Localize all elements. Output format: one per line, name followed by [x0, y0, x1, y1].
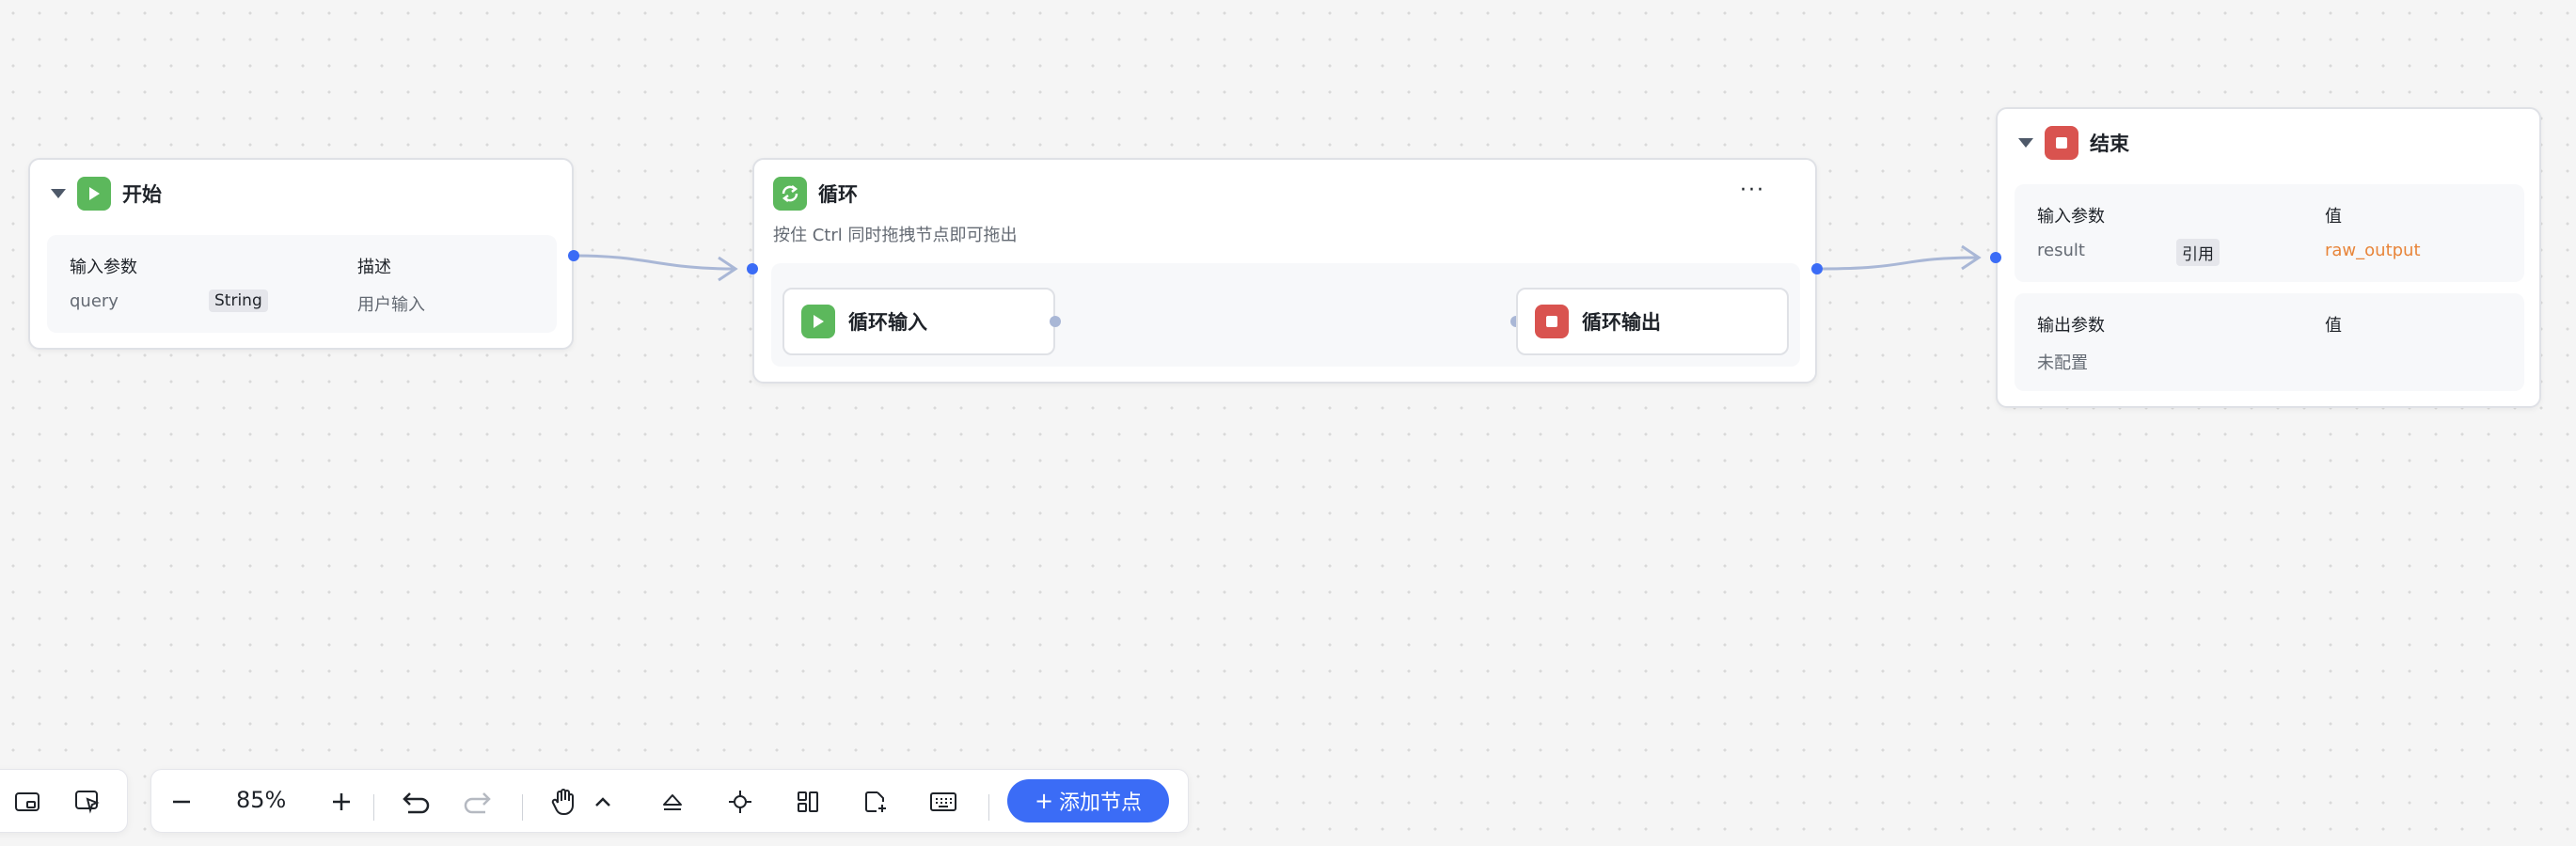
input-param-name: result	[2037, 241, 2085, 260]
eject-icon	[663, 794, 682, 810]
loop-icon	[773, 177, 807, 211]
loop-input-output-port[interactable]	[1050, 316, 1061, 327]
zoom-in-button[interactable]	[323, 783, 360, 821]
interaction-mode-dropdown[interactable]	[584, 783, 622, 821]
end-input-panel: 输入参数 值 result 引用 raw_output	[2015, 184, 2524, 282]
zoom-out-button[interactable]	[163, 783, 200, 821]
start-params-panel: 输入参数 描述 query String 用户输入	[47, 235, 557, 333]
end-output-panel: 输出参数 值 未配置	[2015, 293, 2524, 391]
loop-input-node[interactable]: 循环输入	[782, 288, 1055, 355]
loop-node-title: 循环	[818, 183, 858, 206]
loop-output-port[interactable]	[1811, 263, 1823, 274]
select-icon[interactable]	[69, 783, 106, 821]
plus-icon: +	[1034, 788, 1054, 814]
input-kind-badge: 引用	[2176, 239, 2220, 266]
plus-icon	[333, 793, 350, 810]
caret-down-icon[interactable]	[51, 189, 66, 198]
loop-output-title: 循环输出	[1582, 311, 1661, 334]
input-params-header: 输入参数	[2037, 207, 2105, 227]
redo-button[interactable]	[458, 783, 496, 821]
layout-button[interactable]	[789, 783, 827, 821]
focus-icon	[729, 791, 751, 813]
minus-icon	[173, 800, 190, 804]
output-params-header: 输出参数	[2037, 316, 2105, 336]
hand-icon	[551, 789, 574, 816]
loop-input-port[interactable]	[747, 263, 758, 274]
zoom-level[interactable]: 85%	[236, 787, 286, 813]
add-note-icon	[865, 791, 886, 812]
toolbar-divider	[988, 794, 989, 821]
add-node-label: 添加节点	[1059, 791, 1143, 815]
param-name: query	[70, 291, 119, 311]
param-type-badge: String	[209, 290, 268, 312]
play-icon	[77, 177, 111, 211]
edge-loop-to-end[interactable]	[1822, 256, 1980, 271]
start-output-port[interactable]	[568, 250, 579, 261]
more-options-button[interactable]: ···	[1740, 179, 1765, 202]
add-note-button[interactable]	[857, 783, 894, 821]
output-empty-text: 未配置	[2037, 353, 2088, 373]
output-value-header: 值	[2325, 316, 2342, 336]
minimap-icon[interactable]	[8, 783, 46, 821]
end-node[interactable]: 结束 输入参数 值 result 引用 raw_output 输出参数 值 未配…	[1996, 107, 2541, 408]
stop-icon	[2045, 126, 2078, 160]
pan-mode-button[interactable]	[545, 783, 582, 821]
stop-icon	[1535, 305, 1569, 338]
params-header: 输入参数	[70, 258, 137, 277]
chevron-up-icon	[595, 797, 610, 807]
start-node[interactable]: 开始 输入参数 描述 query String 用户输入	[28, 158, 574, 350]
desc-header: 描述	[357, 258, 391, 277]
loop-input-title: 循环输入	[848, 311, 927, 334]
canvas-mode-toolbar	[0, 769, 128, 833]
add-node-button[interactable]: + 添加节点	[1007, 779, 1169, 822]
loop-output-node[interactable]: 循环输出	[1516, 288, 1789, 355]
caret-down-icon[interactable]	[2018, 138, 2033, 148]
end-node-title: 结束	[2090, 133, 2129, 155]
canvas-toolbar: 85% + 添加节点	[150, 769, 1189, 833]
param-desc: 用户输入	[357, 295, 425, 315]
keyboard-icon	[930, 792, 956, 811]
loop-node-header[interactable]: 循环	[773, 177, 858, 211]
edge-start-to-loop[interactable]	[575, 254, 736, 271]
start-node-title: 开始	[122, 183, 162, 206]
undo-icon	[403, 792, 430, 814]
fit-view-button[interactable]	[721, 783, 759, 821]
start-node-header[interactable]: 开始	[51, 177, 162, 211]
loop-hint-text: 按住 Ctrl 同时拖拽节点即可拖出	[773, 226, 1018, 245]
keyboard-shortcuts-button[interactable]	[925, 783, 962, 821]
end-input-port[interactable]	[1990, 252, 2001, 263]
loop-body-panel: 循环输入 循环输出	[771, 263, 1800, 367]
layout-icon	[798, 791, 818, 812]
input-value-header: 值	[2325, 207, 2342, 227]
auto-align-button[interactable]	[654, 783, 691, 821]
toolbar-divider	[373, 794, 374, 821]
redo-icon	[464, 792, 491, 814]
end-node-header[interactable]: 结束	[2018, 126, 2129, 160]
play-icon	[801, 305, 835, 338]
toolbar-divider	[522, 794, 523, 821]
input-param-value[interactable]: raw_output	[2325, 241, 2421, 260]
undo-button[interactable]	[398, 783, 435, 821]
loop-node[interactable]: 循环 ··· 按住 Ctrl 同时拖拽节点即可拖出 循环输入 循环输出	[752, 158, 1817, 384]
